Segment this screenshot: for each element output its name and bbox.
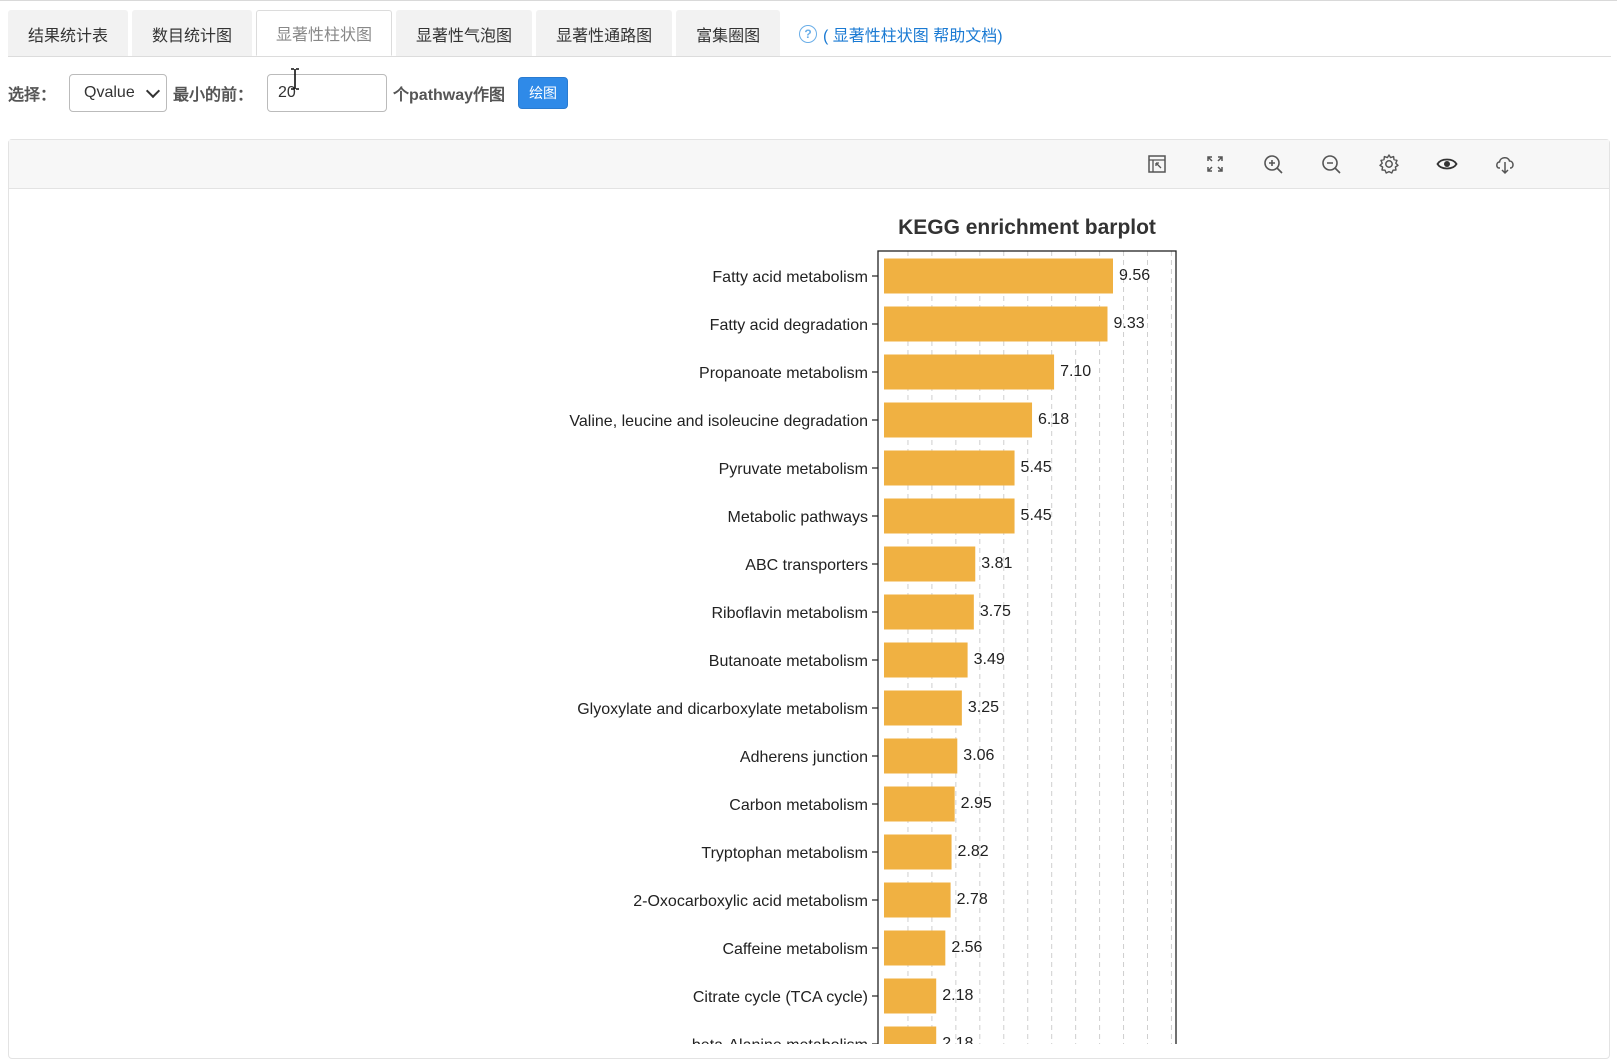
bar xyxy=(884,738,958,774)
bar-value-label: 3.81 xyxy=(981,555,1012,572)
bar-value-label: 2.78 xyxy=(957,891,988,908)
bar xyxy=(884,642,968,678)
y-tick-label: Fatty acid degradation xyxy=(710,317,868,334)
y-tick-label: Glyoxylate and dicarboxylate metabolism xyxy=(577,701,868,718)
y-tick-label: 2-Oxocarboxylic acid metabolism xyxy=(633,893,868,910)
bar-value-label: 7.10 xyxy=(1060,363,1091,380)
bar xyxy=(884,306,1108,342)
bar-value-label: 2.56 xyxy=(951,939,982,956)
bar xyxy=(884,450,1015,486)
bar-value-label: 5.45 xyxy=(1021,507,1052,524)
bar-value-label: 2.18 xyxy=(942,987,973,1004)
bar-value-label: 2.82 xyxy=(958,843,989,860)
bar xyxy=(884,402,1033,438)
y-tick-label: Propanoate metabolism xyxy=(699,365,868,382)
y-tick-label: Metabolic pathways xyxy=(727,509,868,526)
chart-title: KEGG enrichment barplot xyxy=(898,216,1156,239)
y-tick-label: Pyruvate metabolism xyxy=(719,461,868,478)
bar xyxy=(884,930,946,966)
bar xyxy=(884,594,974,630)
kegg-enrichment-barplot: KEGG enrichment barplot Fatty acid metabo… xyxy=(569,216,1177,1044)
bar xyxy=(884,1026,937,1044)
bar-value-label: 3.75 xyxy=(980,603,1011,620)
bar-value-label: 3.49 xyxy=(974,651,1005,668)
y-tick-label: Fatty acid metabolism xyxy=(712,269,868,286)
bar-value-label: 9.33 xyxy=(1113,315,1144,332)
bar xyxy=(884,882,951,918)
y-tick-label: Citrate cycle (TCA cycle) xyxy=(693,989,868,1006)
bar xyxy=(884,978,937,1014)
bar xyxy=(884,546,976,582)
bar-value-label: 2.18 xyxy=(942,1035,973,1044)
bar-value-label: 9.56 xyxy=(1119,267,1150,284)
bar-value-label: 6.18 xyxy=(1038,411,1069,428)
bar xyxy=(884,834,952,870)
y-tick-label: Adherens junction xyxy=(740,749,868,766)
y-tick-label: Butanoate metabolism xyxy=(709,653,868,670)
bar-value-label: 2.95 xyxy=(961,795,992,812)
bar xyxy=(884,690,962,726)
bar xyxy=(884,258,1113,294)
bar-value-label: 3.06 xyxy=(963,747,994,764)
y-tick-label: Riboflavin metabolism xyxy=(711,605,868,622)
y-tick-label: ABC transporters xyxy=(745,557,868,574)
y-tick-label: Caffeine metabolism xyxy=(722,941,868,958)
bar xyxy=(884,354,1055,390)
bar xyxy=(884,786,955,822)
y-tick-label: Carbon metabolism xyxy=(729,797,868,814)
y-tick-label: beta-Alanine metabolism xyxy=(692,1037,868,1044)
y-tick-label: Valine, leucine and isoleucine degradati… xyxy=(569,413,868,430)
bar xyxy=(884,498,1015,534)
bar-value-label: 5.45 xyxy=(1021,459,1052,476)
y-tick-label: Tryptophan metabolism xyxy=(701,845,868,862)
bar-value-label: 3.25 xyxy=(968,699,999,716)
